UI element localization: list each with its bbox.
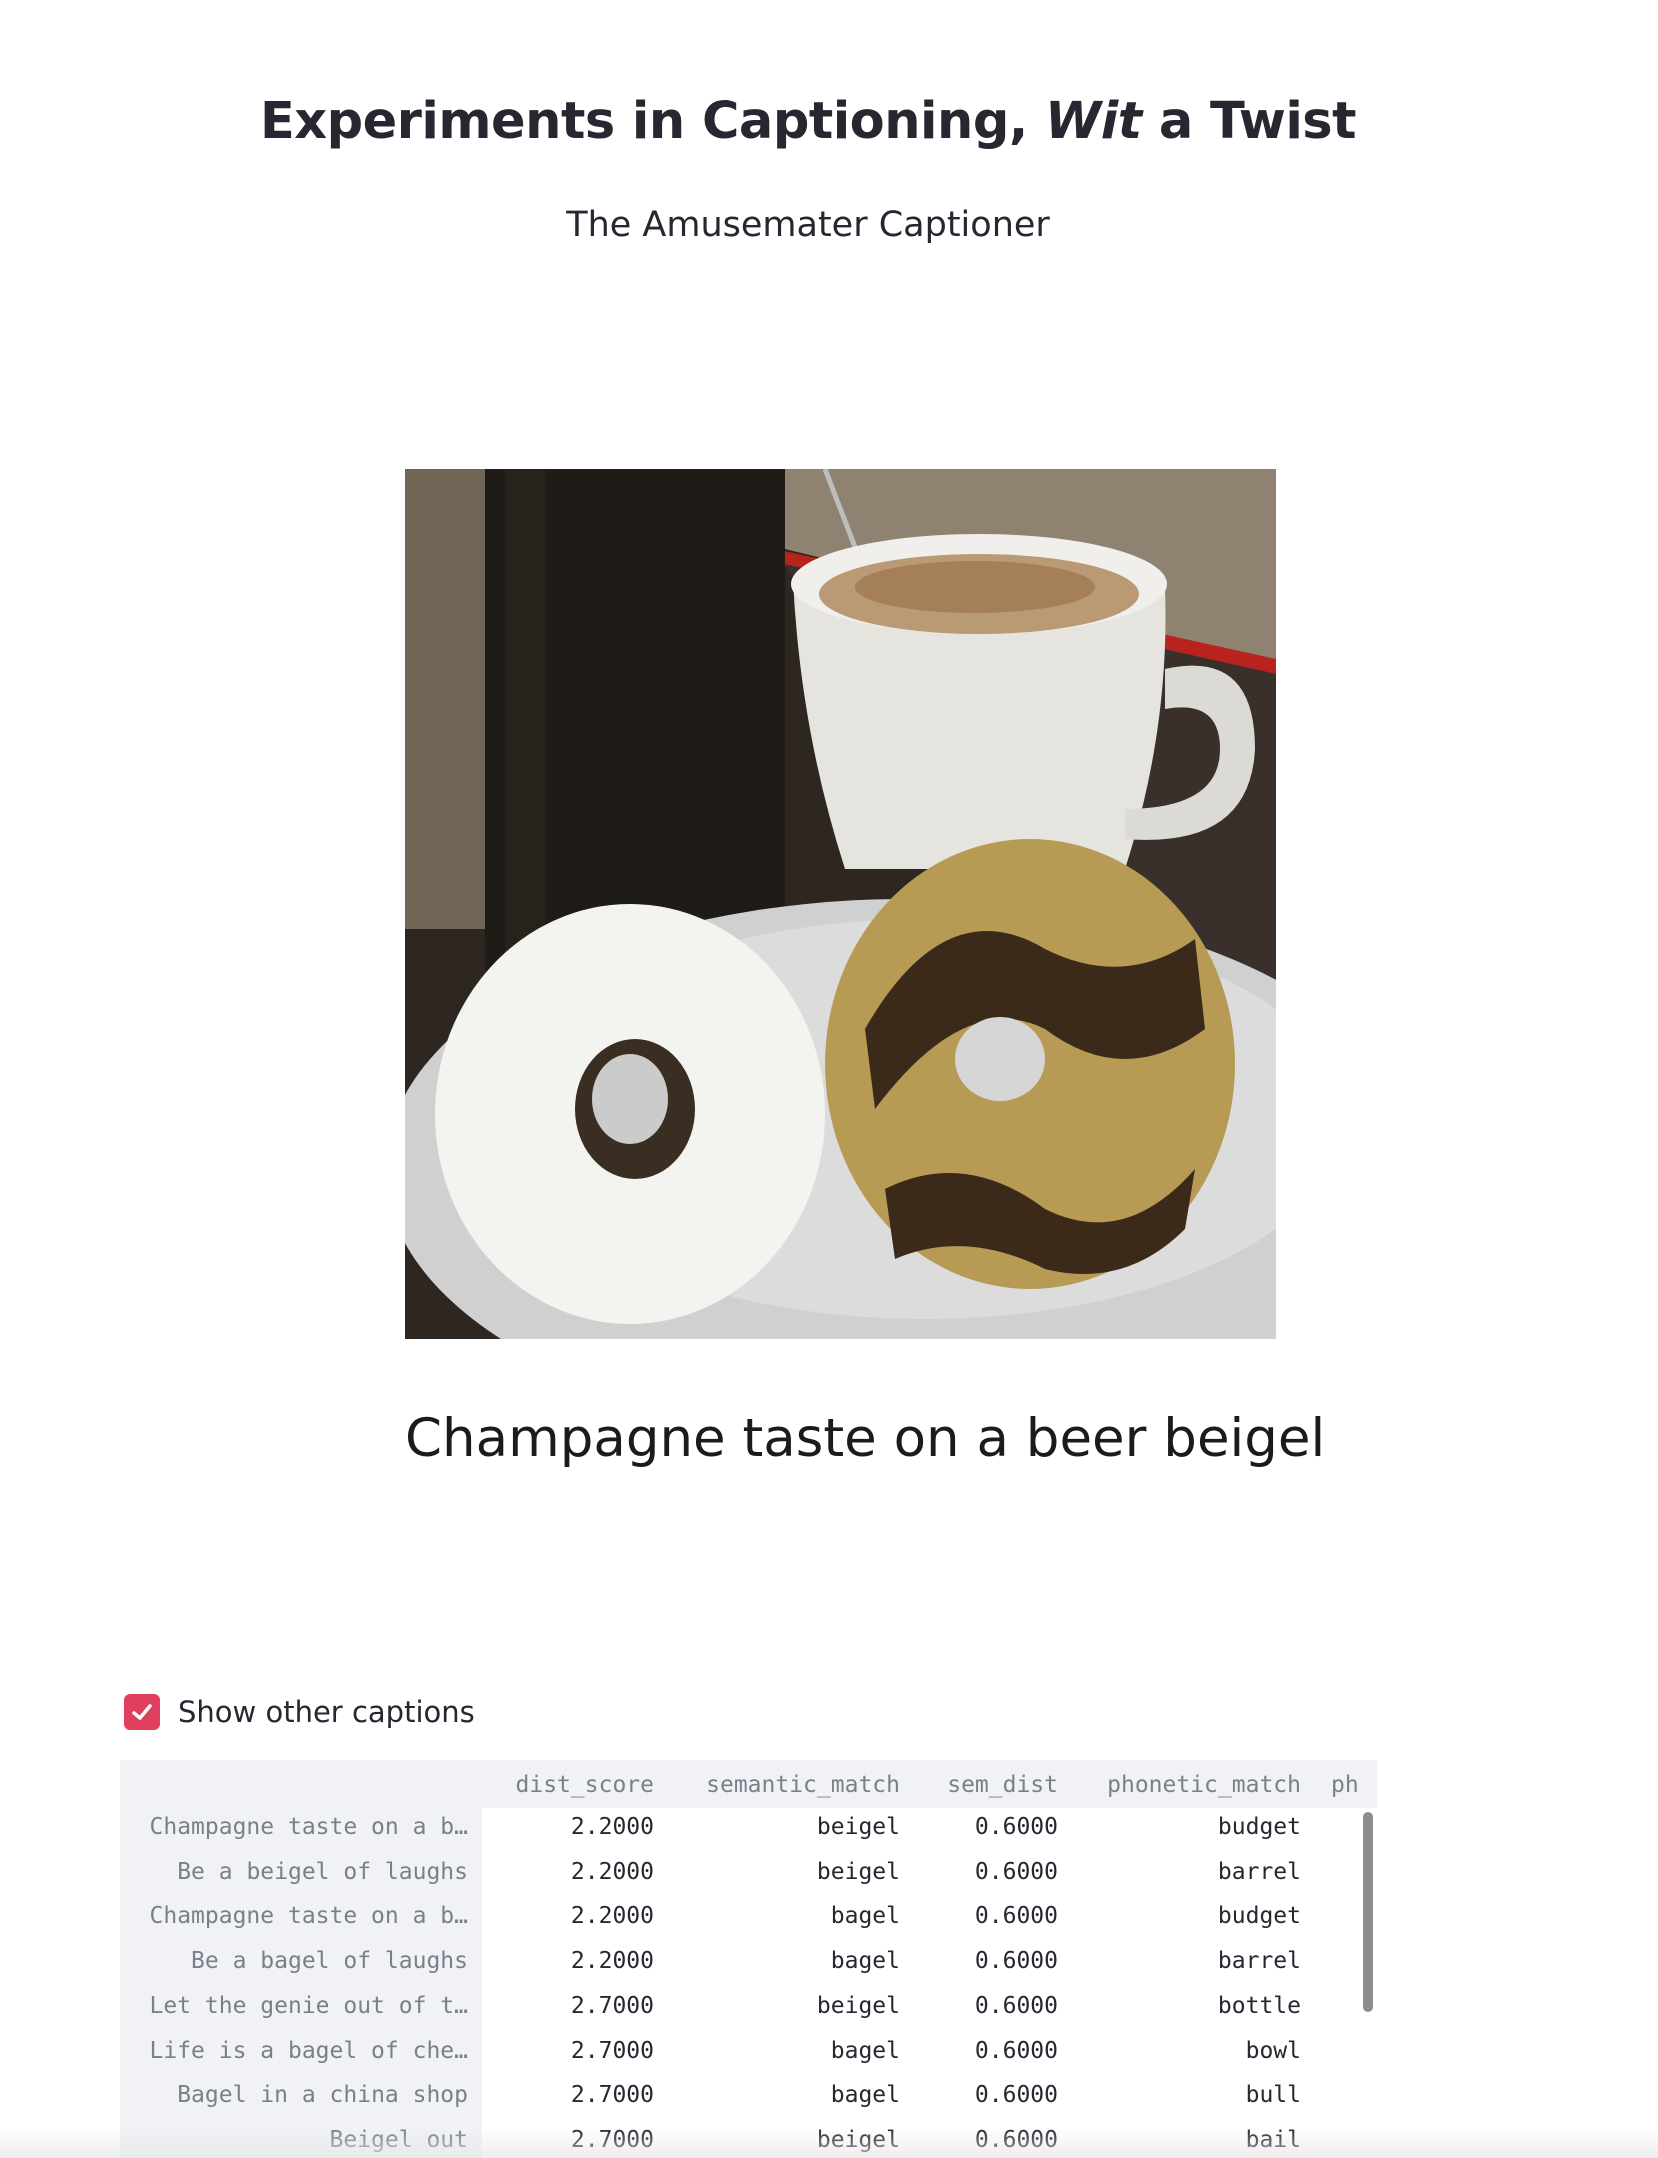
table-row-index: Be a beigel of laughs [177,1858,468,1885]
table-cell-dist-score: 2.7000 [570,2037,654,2064]
table-row-index: Life is a bagel of che… [149,2037,469,2064]
show-other-captions-toggle[interactable]: Show other captions [124,1692,475,1732]
checkbox-checked-icon[interactable] [124,1694,160,1730]
table-cell-dist-score: 2.7000 [570,1992,654,2019]
generated-caption: Champagne taste on a beer beigel [405,1408,1326,1469]
table-scrollbar[interactable] [1363,1812,1373,2012]
captions-table[interactable]: dist_score semantic_match sem_dist phone… [120,1760,1377,2158]
column-header-sem-dist[interactable]: sem_dist [900,1770,1058,1800]
table-cell-semantic-match: bagel [830,1948,900,1975]
table-cell-phonetic-match: budget [1217,1903,1301,1930]
title-italic: Wit [1044,92,1142,151]
column-header-phonetic-truncated[interactable]: ph [1331,1770,1371,1800]
checkmark-icon [132,1704,152,1720]
bottom-edge-shadow [0,2128,1658,2158]
table-cell-semantic-match: bagel [830,1903,900,1930]
table-row-index: Champagne taste on a b… [149,1903,469,1930]
bagel-photo [405,469,1276,1339]
table-cell-phonetic-match: bowl [1245,2037,1301,2064]
table-cell-semantic-match: bagel [830,2082,900,2109]
bagel-photo-drawing [405,469,1276,1339]
show-other-captions-label: Show other captions [178,1695,475,1729]
table-cell-semantic-match: beigel [816,1992,900,2019]
table-cell-phonetic-match: barrel [1217,1948,1301,1975]
table-cell-dist-score: 2.7000 [570,2082,654,2109]
table-cell-phonetic-match: bottle [1217,1992,1301,2019]
table-cell-sem-dist: 0.6000 [974,2037,1058,2064]
table-row-index: Bagel in a china shop [177,2082,468,2109]
table-cell-semantic-match: beigel [816,1858,900,1885]
table-cell-semantic-match: bagel [830,2037,900,2064]
page-title: Experiments in Captioning, Wit a Twist [0,92,1616,151]
table-cell-sem-dist: 0.6000 [974,1814,1058,1840]
table-cell-dist-score: 2.2000 [570,1858,654,1885]
page-subtitle: The Amusemater Captioner [566,205,1050,245]
table-row-index: Champagne taste on a b… [149,1814,469,1840]
column-header-phonetic-match[interactable]: phonetic_match [1058,1770,1301,1800]
table-cell-sem-dist: 0.6000 [974,1948,1058,1975]
table-cell-sem-dist: 0.6000 [974,1903,1058,1930]
table-cell-sem-dist: 0.6000 [974,1858,1058,1885]
column-header-dist-score[interactable]: dist_score [482,1770,654,1800]
table-cell-phonetic-match: budget [1217,1814,1301,1840]
table-cell-sem-dist: 0.6000 [974,1992,1058,2019]
table-cell-phonetic-match: bull [1245,2082,1301,2109]
title-part-2: a Twist [1141,92,1357,151]
table-cell-dist-score: 2.2000 [570,1814,654,1840]
table-cell-sem-dist: 0.6000 [974,2082,1058,2109]
table-cell-semantic-match: beigel [816,1814,900,1840]
table-row-index: Let the genie out of t… [149,1992,469,2019]
table-cell-dist-score: 2.2000 [570,1948,654,1975]
table-row-index: Be a bagel of laughs [191,1948,468,1975]
column-header-semantic-match[interactable]: semantic_match [654,1770,900,1800]
title-part-1: Experiments in Captioning, [259,92,1045,151]
table-cell-phonetic-match: barrel [1217,1858,1301,1885]
table-cell-dist-score: 2.2000 [570,1903,654,1930]
